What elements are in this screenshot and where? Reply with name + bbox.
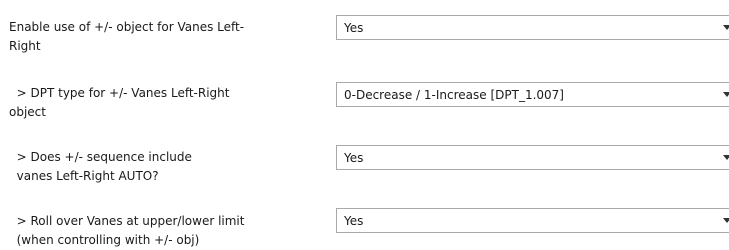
param-label-dpt-type: > DPT type for +/- Vanes Left-Right obje… [9, 84, 329, 122]
chevron-down-icon[interactable] [723, 155, 729, 160]
chevron-down-icon[interactable] [723, 92, 729, 97]
dpt-type-select[interactable]: 0-Decrease / 1-Increase [DPT_1.007] [336, 82, 729, 107]
chevron-down-icon[interactable] [723, 25, 729, 30]
param-label-line2: Right [9, 39, 41, 53]
roll-over-select[interactable]: Yes [336, 208, 729, 233]
param-label-roll-over: > Roll over Vanes at upper/lower limit (… [9, 212, 329, 250]
param-label-line2: object [9, 105, 46, 119]
param-label-line1: Enable use of +/- object for Vanes Left- [9, 20, 245, 34]
param-label-line2: (when controlling with +/- obj) [9, 233, 200, 247]
param-label-line1: > Does +/- sequence include [9, 150, 192, 164]
param-label-sequence-auto: > Does +/- sequence include vanes Left-R… [9, 148, 329, 186]
select-value: 0-Decrease / 1-Increase [DPT_1.007] [344, 88, 564, 102]
select-value: Yes [344, 151, 364, 165]
enable-pm-object-select[interactable]: Yes [336, 15, 729, 40]
sequence-auto-select[interactable]: Yes [336, 145, 729, 170]
param-label-enable-pm-object: Enable use of +/- object for Vanes Left-… [9, 18, 329, 56]
param-label-line1: > Roll over Vanes at upper/lower limit [9, 214, 245, 228]
select-value: Yes [344, 21, 364, 35]
chevron-down-icon[interactable] [723, 218, 729, 223]
select-value: Yes [344, 214, 364, 228]
param-label-line1: > DPT type for +/- Vanes Left-Right [9, 86, 230, 100]
param-label-line2: vanes Left-Right AUTO? [9, 169, 159, 183]
